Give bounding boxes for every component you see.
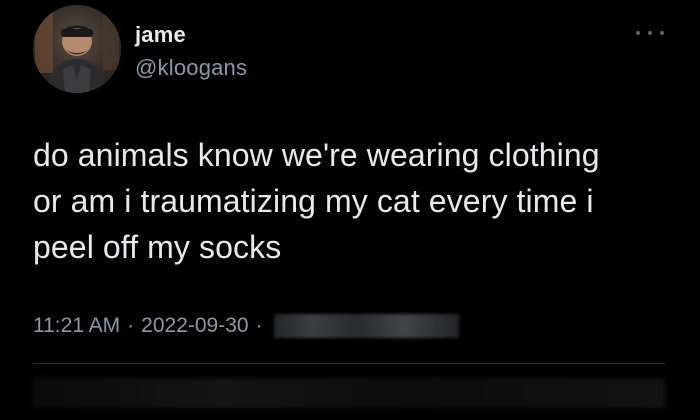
- more-dot: [636, 31, 640, 35]
- user-handle[interactable]: @kloogans: [135, 55, 247, 81]
- tweet-line: or am i traumatizing my cat every time i: [33, 183, 594, 219]
- more-horizontal-icon[interactable]: [636, 26, 664, 40]
- meta-separator: ·: [255, 314, 263, 337]
- tweet-line: do animals know we're wearing clothing: [33, 137, 600, 173]
- more-dot: [660, 31, 664, 35]
- tweet-meta: 11:21 AM · 2022-09-30 ·: [33, 314, 459, 338]
- avatar-image: [33, 5, 121, 93]
- blurred-actions-row: [33, 378, 665, 408]
- display-name[interactable]: jame: [135, 22, 186, 48]
- meta-separator: ·: [127, 314, 135, 337]
- more-dot: [648, 31, 652, 35]
- divider: [33, 363, 665, 364]
- tweet-text: do animals know we're wearing clothing o…: [33, 132, 683, 270]
- tweet-time[interactable]: 11:21 AM: [33, 314, 120, 338]
- redacted-source: [273, 314, 459, 338]
- tweet-line: peel off my socks: [33, 229, 282, 265]
- avatar[interactable]: [33, 5, 121, 93]
- tweet-card: jame @kloogans do animals know we're wea…: [0, 0, 700, 420]
- tweet-date[interactable]: 2022-09-30: [141, 314, 248, 338]
